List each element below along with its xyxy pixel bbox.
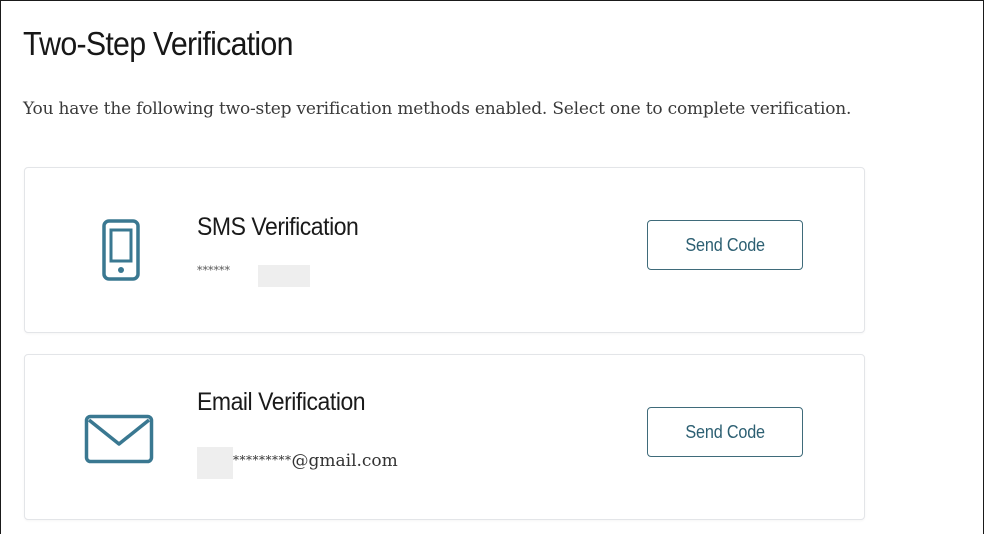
email-masked-address: *********@gmail.com	[197, 451, 398, 471]
email-masked-local-part: *********	[233, 453, 292, 467]
email-verification-card: Email Verification *********@gmail.com S…	[24, 354, 865, 520]
email-send-code-button[interactable]: Send Code	[647, 407, 803, 457]
smartphone-icon	[102, 219, 140, 281]
email-method-title: Email Verification	[197, 388, 366, 416]
redacted-area	[258, 265, 310, 287]
email-send-code-label: Send Code	[685, 421, 765, 442]
sms-send-code-button[interactable]: Send Code	[647, 220, 803, 270]
email-domain: @gmail.com	[291, 451, 398, 471]
sms-send-code-label: Send Code	[685, 234, 765, 255]
sms-verification-card: SMS Verification ****** Send Code	[24, 167, 865, 333]
page-title: Two-Step Verification	[23, 25, 293, 62]
verification-panel: Two-Step Verification You have the follo…	[0, 0, 984, 534]
envelope-icon	[84, 414, 154, 464]
sms-masked-phone: ******	[197, 264, 230, 277]
sms-method-title: SMS Verification	[197, 213, 359, 241]
intro-text: You have the following two-step verifica…	[23, 99, 852, 119]
